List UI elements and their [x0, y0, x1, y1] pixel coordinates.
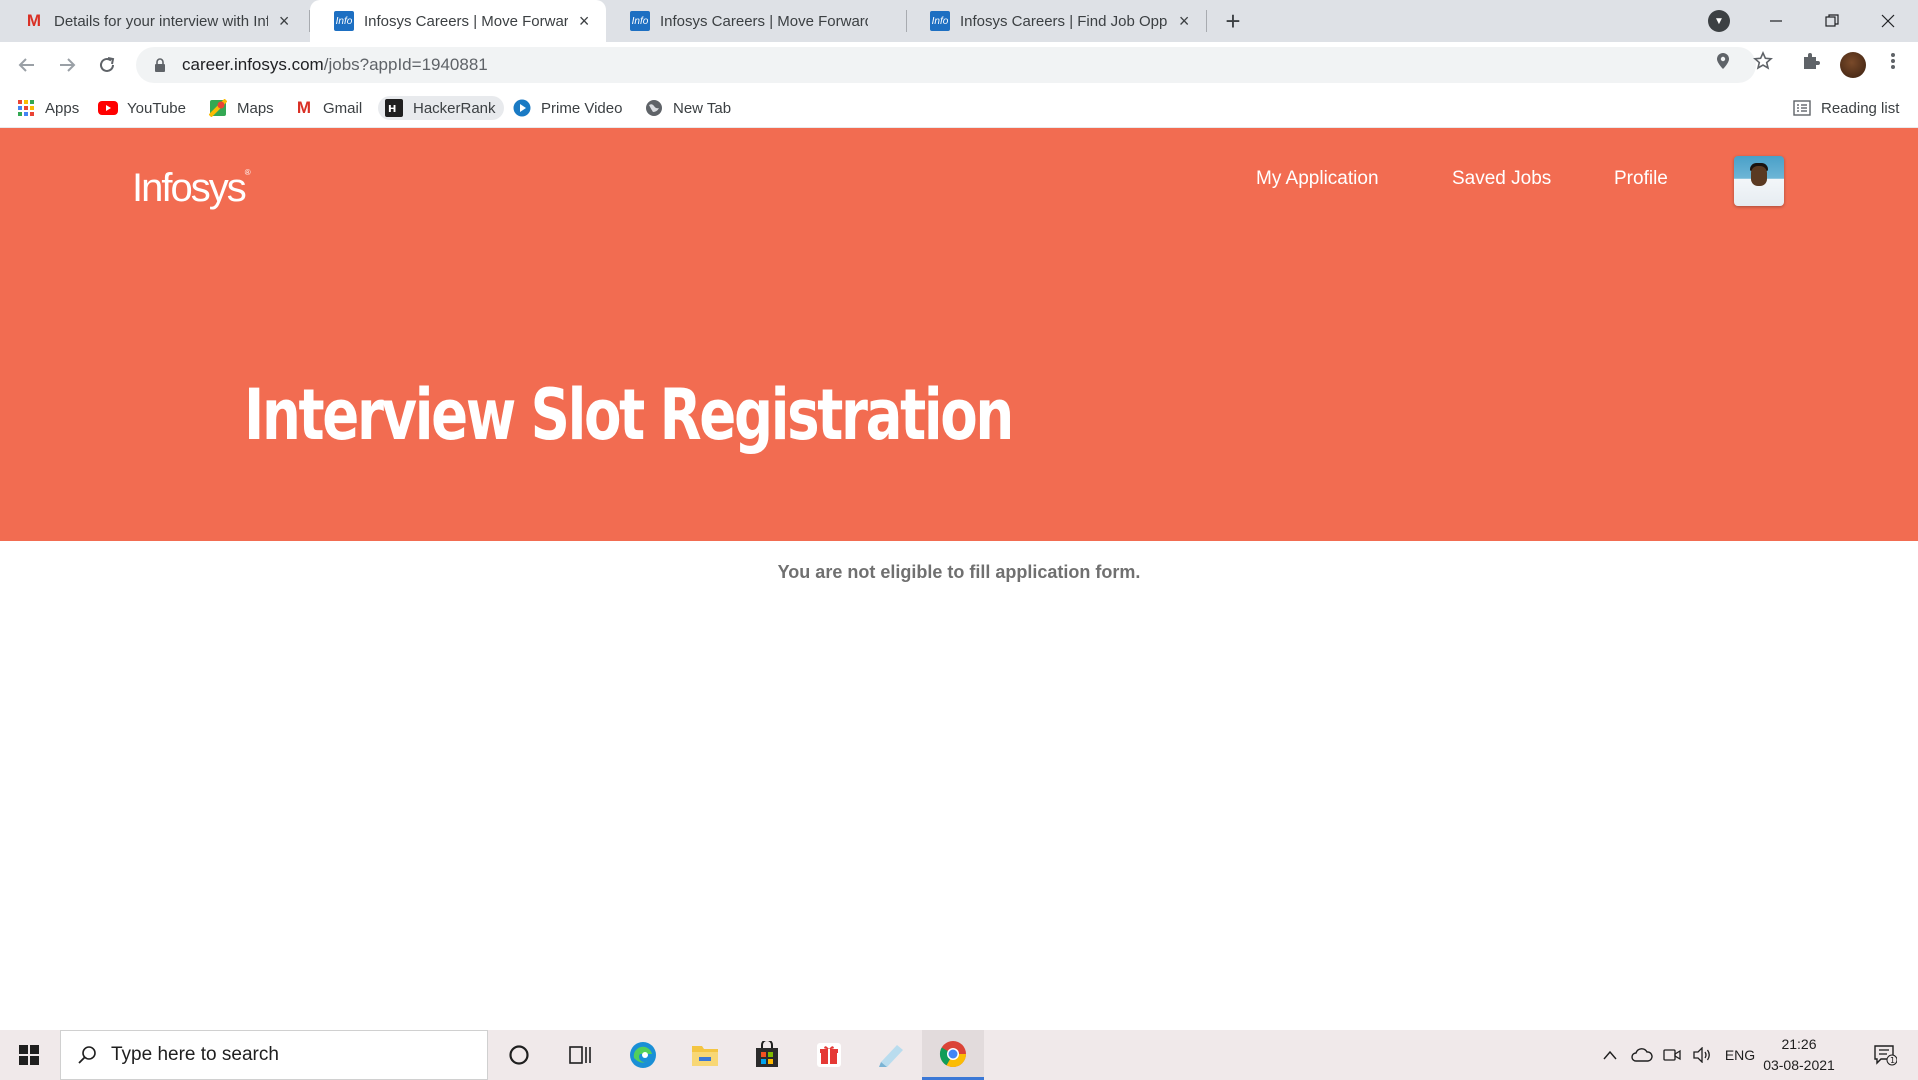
bookmark-youtube[interactable]: YouTube	[98, 96, 186, 120]
extensions-puzzle-icon[interactable]	[1800, 50, 1822, 72]
taskbar-search-box[interactable]: Type here to search	[60, 1030, 488, 1080]
bookmark-label: Gmail	[323, 99, 363, 117]
close-tab-icon[interactable]: ×	[1174, 11, 1194, 32]
bookmark-new-tab[interactable]: New Tab	[644, 96, 731, 120]
reading-list-button[interactable]: Reading list	[1792, 96, 1899, 120]
bookmark-prime-video[interactable]: Prime Video	[512, 96, 622, 120]
close-tab-icon[interactable]: ×	[574, 11, 594, 32]
bookmark-apps[interactable]: Apps	[16, 96, 79, 120]
close-window-button[interactable]	[1860, 0, 1916, 42]
svg-text:H: H	[388, 104, 396, 115]
tab-divider	[1206, 10, 1207, 32]
tab-infosys-find-jobs[interactable]: Info Infosys Careers | Find Job Opportun…	[906, 0, 1206, 42]
bookmark-star-icon[interactable]	[1752, 50, 1774, 72]
infosys-favicon-icon: Info	[630, 11, 650, 31]
page-title: Interview Slot Registration	[244, 374, 1014, 456]
tab-search-icon[interactable]: ▼	[1708, 10, 1730, 32]
infosys-logo[interactable]: Infosys®	[132, 166, 251, 211]
hackerrank-icon: H	[384, 98, 404, 118]
start-button[interactable]	[0, 1030, 58, 1080]
gmail-icon: M	[26, 11, 42, 30]
address-bar[interactable]: career.infosys.com/jobs?appId=1940881	[136, 47, 1756, 83]
infosys-favicon-icon: Info	[334, 11, 354, 31]
task-view-icon[interactable]	[550, 1030, 612, 1080]
url-text: career.infosys.com/jobs?appId=1940881	[182, 55, 488, 74]
clock-date: 03-08-2021	[1763, 1057, 1835, 1073]
infosys-favicon-icon: Info	[930, 11, 950, 31]
windows-taskbar: Type here to search ENG 21:26 03-08-2021	[0, 1030, 1918, 1080]
notes-app-icon[interactable]	[860, 1030, 922, 1080]
browser-profile-avatar[interactable]	[1840, 52, 1866, 78]
bookmark-label: YouTube	[127, 99, 186, 117]
file-explorer-icon[interactable]	[674, 1030, 736, 1080]
prime-video-icon	[512, 98, 532, 118]
bookmark-maps[interactable]: Maps	[208, 96, 274, 120]
location-icon[interactable]	[1712, 50, 1734, 72]
bookmark-hackerrank[interactable]: H HackerRank	[378, 96, 504, 120]
more-menu-icon[interactable]	[1882, 50, 1904, 72]
search-placeholder: Type here to search	[111, 1044, 279, 1065]
bookmark-label: New Tab	[673, 99, 732, 117]
lock-icon[interactable]	[150, 58, 170, 72]
close-tab-icon[interactable]: ×	[274, 11, 294, 32]
tab-title: Infosys Careers | Find Job Opportunities	[960, 12, 1168, 30]
bookmark-label: Prime Video	[541, 99, 623, 117]
hero-banner: Infosys® My Application Saved Jobs Profi…	[0, 128, 1918, 541]
show-hidden-icons-icon[interactable]	[1596, 1030, 1624, 1080]
onedrive-icon[interactable]	[1628, 1030, 1656, 1080]
tab-title: Infosys Careers | Move Forward. Together…	[660, 12, 868, 30]
nav-my-application[interactable]: My Application	[1256, 168, 1379, 190]
volume-icon[interactable]	[1688, 1030, 1716, 1080]
search-icon	[75, 1045, 99, 1065]
globe-icon	[644, 98, 664, 118]
user-avatar[interactable]	[1734, 156, 1784, 206]
tab-title: Details for your interview with Infosys	[54, 12, 269, 30]
bookmark-label: Maps	[237, 99, 274, 117]
nav-profile[interactable]: Profile	[1614, 168, 1668, 190]
bookmark-label: Apps	[45, 99, 80, 117]
system-clock[interactable]: 21:26 03-08-2021	[1762, 1034, 1836, 1076]
reading-list-label: Reading list	[1821, 99, 1900, 117]
chrome-taskbar-icon[interactable]	[922, 1030, 984, 1080]
reading-list-icon	[1792, 98, 1812, 118]
maps-icon	[208, 98, 228, 118]
minimize-button[interactable]	[1748, 0, 1804, 42]
browser-tab-strip: M Details for your interview with Infosy…	[0, 0, 1918, 42]
clock-time: 21:26	[1781, 1036, 1817, 1052]
forward-button[interactable]	[52, 50, 82, 80]
edge-browser-icon[interactable]	[612, 1030, 674, 1080]
notifications-icon[interactable]: 1	[1862, 1030, 1908, 1080]
restore-button[interactable]	[1804, 0, 1860, 42]
eligibility-message: You are not eligible to fill application…	[777, 562, 1141, 582]
bookmark-label: HackerRank	[413, 99, 496, 117]
tab-infosys-careers[interactable]: Info Infosys Careers | Move Forward. Tog…	[606, 0, 906, 42]
microsoft-store-icon[interactable]	[736, 1030, 798, 1080]
nav-saved-jobs[interactable]: Saved Jobs	[1452, 168, 1551, 190]
cortana-icon[interactable]	[488, 1030, 550, 1080]
input-language-indicator[interactable]: ENG	[1720, 1030, 1760, 1080]
bookmark-gmail[interactable]: M Gmail	[294, 96, 362, 120]
bookmarks-bar: Apps YouTube Maps M Gmail H HackerRank P…	[0, 88, 1918, 128]
tab-infosys-careers-active[interactable]: Info Infosys Careers | Move Forward. Tog…	[310, 0, 606, 42]
apps-grid-icon	[16, 98, 36, 118]
browser-toolbar: career.infosys.com/jobs?appId=1940881	[0, 42, 1918, 88]
gmail-icon: M	[296, 98, 312, 117]
tab-gmail[interactable]: M Details for your interview with Infosy…	[0, 0, 306, 42]
svg-text:1: 1	[1890, 1056, 1895, 1065]
youtube-icon	[98, 98, 118, 118]
gift-app-icon[interactable]	[798, 1030, 860, 1080]
tab-title: Infosys Careers | Move Forward. Together…	[364, 12, 569, 30]
back-button[interactable]	[12, 50, 42, 80]
new-tab-button[interactable]: +	[1218, 6, 1248, 36]
reload-button[interactable]	[92, 50, 122, 80]
meet-now-icon[interactable]	[1658, 1030, 1686, 1080]
